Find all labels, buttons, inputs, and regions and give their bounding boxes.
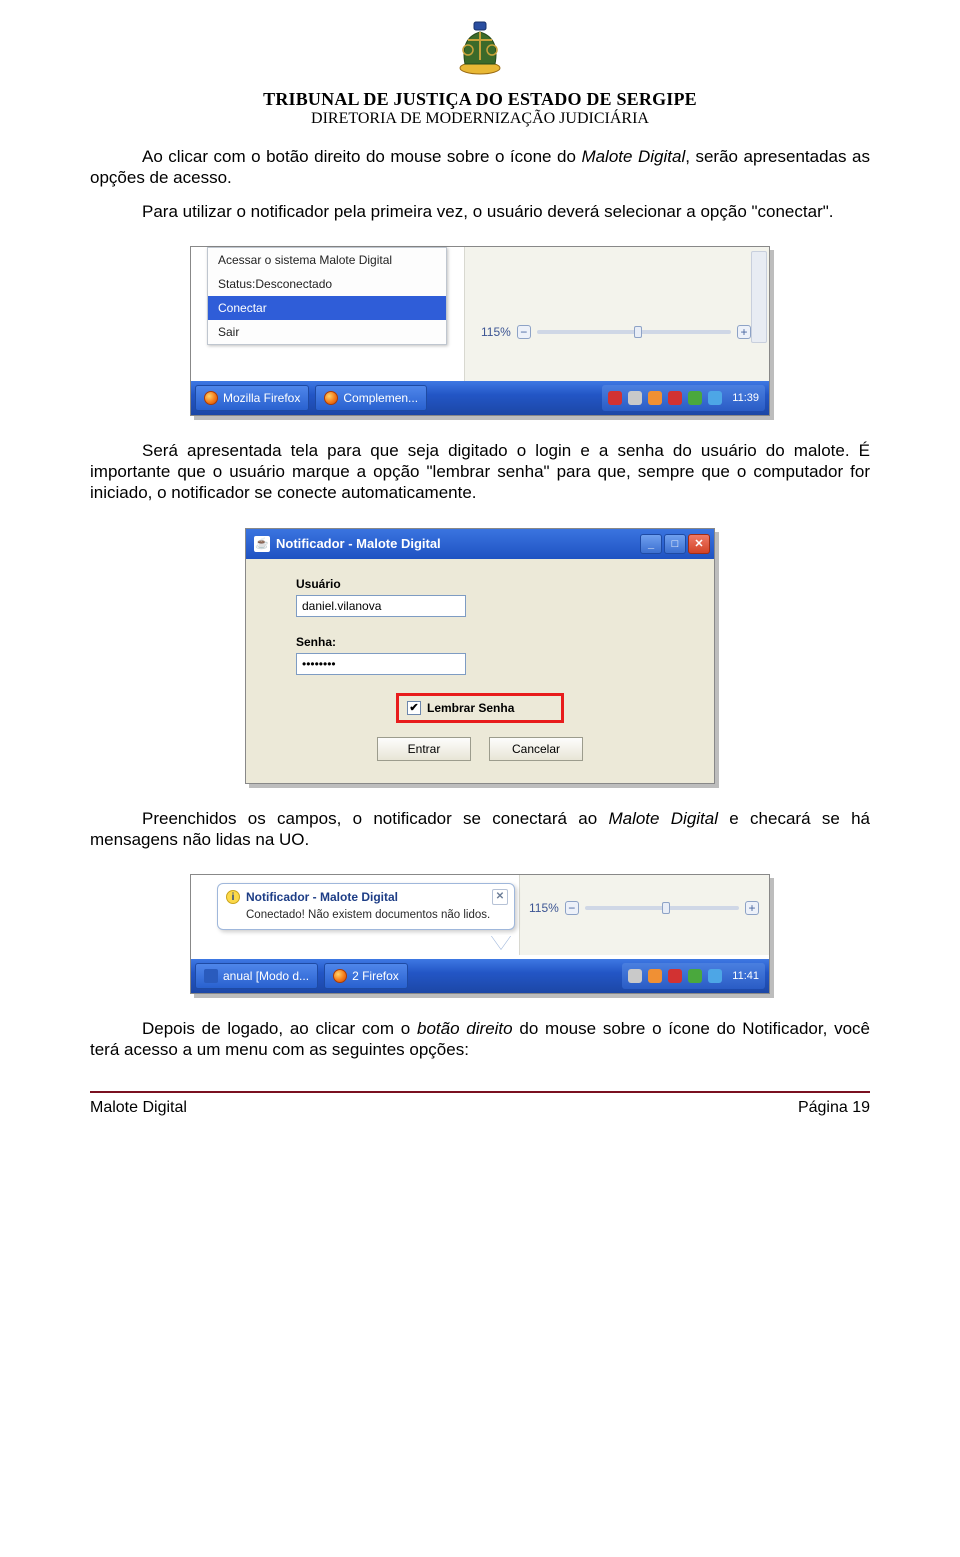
screenshot-tooltip: 115% − + i Notificador - Malote Digital …: [190, 874, 770, 994]
screenshot-login-dialog: ☕ Notificador - Malote Digital _ □ ✕ Usu…: [245, 528, 715, 784]
text: Preenchidos os campos, o notificador se …: [142, 809, 608, 828]
firefox-icon: [204, 391, 218, 405]
text: Ao clicar com o botão direito do mouse s…: [142, 147, 581, 166]
remember-password-box[interactable]: ✔ Lembrar Senha: [396, 693, 564, 723]
tray-icon[interactable]: [648, 391, 662, 405]
paragraph-2: Para utilizar o notificador pela primeir…: [90, 201, 870, 222]
text-italic: Malote Digital: [581, 147, 685, 166]
footer-right: Página 19: [798, 1099, 870, 1117]
clock: 11:41: [728, 970, 759, 982]
tray-icon[interactable]: [688, 391, 702, 405]
menu-item-exit[interactable]: Sair: [208, 320, 446, 344]
tray-ati-icon[interactable]: [668, 969, 682, 983]
info-icon: i: [226, 890, 240, 904]
java-icon: ☕: [254, 536, 270, 552]
notification-balloon[interactable]: i Notificador - Malote Digital ✕ Conecta…: [217, 883, 515, 930]
tray-icon[interactable]: [628, 391, 642, 405]
paragraph-4: Preenchidos os campos, o notificador se …: [90, 808, 870, 851]
text-italic: Malote Digital: [608, 809, 718, 828]
balloon-tail: [491, 935, 511, 949]
zoom-slider[interactable]: [537, 330, 731, 334]
window-title: Notificador - Malote Digital: [276, 536, 441, 551]
system-tray[interactable]: 11:41: [622, 963, 765, 989]
header-subtitle: DIRETORIA DE MODERNIZAÇÃO JUDICIÁRIA: [90, 110, 870, 128]
zoom-control[interactable]: 115% − +: [529, 901, 759, 915]
remember-label: Lembrar Senha: [427, 701, 514, 715]
taskbar-button-complemen[interactable]: Complemen...: [315, 385, 427, 411]
zoom-value: 115%: [529, 901, 559, 915]
menu-item-access-system[interactable]: Acessar o sistema Malote Digital: [208, 248, 446, 272]
screenshot-context-menu: 115% − + Acessar o sistema Malote Digita…: [190, 246, 770, 416]
password-input[interactable]: [296, 653, 466, 675]
zoom-slider[interactable]: [585, 906, 739, 910]
text: Depois de logado, ao clicar com o: [142, 1019, 417, 1038]
paragraph-3: Será apresentada tela para que seja digi…: [90, 440, 870, 504]
zoom-out-button[interactable]: −: [565, 901, 579, 915]
menu-item-connect[interactable]: Conectar: [208, 296, 446, 320]
taskbar-label: Complemen...: [343, 391, 418, 405]
editor-pane: 115% − +: [519, 875, 769, 955]
header-title: TRIBUNAL DE JUSTIÇA DO ESTADO DE SERGIPE: [90, 89, 870, 110]
taskbar-label: Mozilla Firefox: [223, 391, 300, 405]
cancel-button[interactable]: Cancelar: [489, 737, 583, 761]
maximize-button[interactable]: □: [664, 534, 686, 554]
taskbar-button-firefox[interactable]: Mozilla Firefox: [195, 385, 309, 411]
close-button[interactable]: ✕: [688, 534, 710, 554]
label-user: Usuário: [296, 577, 664, 591]
menu-item-status: Status:Desconectado: [208, 272, 446, 296]
tray-icon[interactable]: [648, 969, 662, 983]
enter-button[interactable]: Entrar: [377, 737, 471, 761]
tray-ati-icon[interactable]: [668, 391, 682, 405]
taskbar-label: anual [Modo d...: [223, 969, 309, 983]
scrollbar[interactable]: [751, 251, 767, 343]
taskbar: Mozilla Firefox Complemen... 11:39: [191, 381, 769, 415]
page-footer: Malote Digital Página 19: [90, 1091, 870, 1117]
text-italic: botão direito: [417, 1019, 513, 1038]
zoom-in-button[interactable]: +: [737, 325, 751, 339]
taskbar-button-firefox[interactable]: 2 Firefox: [324, 963, 408, 989]
window-title-bar[interactable]: ☕ Notificador - Malote Digital _ □ ✕: [246, 529, 714, 559]
tray-icon[interactable]: [708, 969, 722, 983]
firefox-icon: [324, 391, 338, 405]
paragraph-5: Depois de logado, ao clicar com o botão …: [90, 1018, 870, 1061]
taskbar-button-manual[interactable]: anual [Modo d...: [195, 963, 318, 989]
zoom-value: 115%: [481, 325, 511, 339]
paragraph-1: Ao clicar com o botão direito do mouse s…: [90, 146, 870, 189]
tray-icon[interactable]: [608, 391, 622, 405]
zoom-control[interactable]: 115% − +: [481, 319, 751, 345]
firefox-icon: [333, 969, 347, 983]
tray-icon[interactable]: [688, 969, 702, 983]
tray-icon[interactable]: [628, 969, 642, 983]
footer-left: Malote Digital: [90, 1099, 187, 1117]
taskbar: anual [Modo d... 2 Firefox 11:41: [191, 959, 769, 993]
zoom-out-button[interactable]: −: [517, 325, 531, 339]
minimize-button[interactable]: _: [640, 534, 662, 554]
user-input[interactable]: [296, 595, 466, 617]
logo: [90, 20, 870, 83]
balloon-close-button[interactable]: ✕: [492, 889, 508, 905]
system-tray[interactable]: 11:39: [602, 385, 765, 411]
zoom-in-button[interactable]: +: [745, 901, 759, 915]
label-password: Senha:: [296, 635, 664, 649]
clock: 11:39: [728, 392, 759, 404]
balloon-title: Notificador - Malote Digital: [246, 890, 398, 904]
taskbar-label: 2 Firefox: [352, 969, 399, 983]
context-menu[interactable]: Acessar o sistema Malote Digital Status:…: [207, 247, 447, 345]
word-icon: [204, 969, 218, 983]
remember-checkbox[interactable]: ✔: [407, 701, 421, 715]
balloon-body: Conectado! Não existem documentos não li…: [218, 907, 514, 929]
tray-icon[interactable]: [708, 391, 722, 405]
